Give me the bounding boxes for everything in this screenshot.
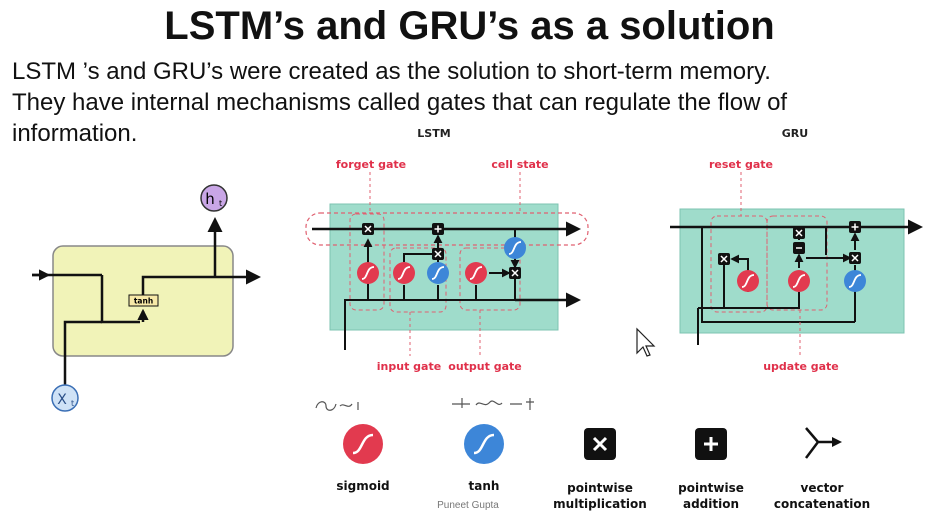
rnn-output-subscript: t xyxy=(219,199,222,208)
legend-multiply-label-2: multiplication xyxy=(553,497,647,511)
legend: sigmoid tanh pointwise multiplication po… xyxy=(336,424,870,511)
legend-sigmoid xyxy=(343,424,383,464)
gru-candidate-multiply xyxy=(849,252,861,264)
rnn-input-label: X xyxy=(57,392,67,408)
lstm-input-multiply xyxy=(432,248,444,260)
lstm-forget-gate-label: forget gate xyxy=(336,158,406,171)
legend-tanh xyxy=(464,424,504,464)
gru-update-gate-label: update gate xyxy=(763,360,839,373)
legend-sigmoid-label: sigmoid xyxy=(336,479,389,493)
legend-add-label-1: pointwise xyxy=(678,481,744,495)
legend-concat-label-1: vector xyxy=(801,481,844,495)
legend-multiply xyxy=(584,428,616,460)
lstm-output-multiply xyxy=(509,267,521,279)
rnn-output-label: h xyxy=(205,190,215,208)
rnn-tanh-label: tanh xyxy=(134,297,153,306)
legend-multiply-label-1: pointwise xyxy=(567,481,633,495)
legend-concat xyxy=(805,427,842,459)
gru-one-minus xyxy=(793,242,805,254)
legend-add xyxy=(695,428,727,460)
author-credit: Puneet Gupta xyxy=(437,500,499,511)
lstm-diagram: LSTM forget gate cell state input gate o… xyxy=(305,127,589,373)
concat-icon xyxy=(805,427,834,459)
legend-add-label-2: addition xyxy=(683,497,739,511)
mouse-cursor-icon xyxy=(636,327,656,357)
lstm-output-gate-label: output gate xyxy=(448,360,521,373)
lstm-cell-add xyxy=(432,223,444,235)
gru-reset-multiply xyxy=(718,253,730,265)
legend-concat-label-2: concatenation xyxy=(774,497,870,511)
lstm-heading: LSTM xyxy=(417,127,450,140)
rnn-cell: tanh h t X t xyxy=(32,184,261,412)
lstm-cell-state-label: cell state xyxy=(491,158,548,171)
rnn-input-subscript: t xyxy=(71,399,74,408)
gru-heading: GRU xyxy=(782,127,808,140)
legend-tanh-label: tanh xyxy=(469,479,500,493)
gru-add xyxy=(849,221,861,233)
handwritten-annotation xyxy=(315,398,534,411)
gru-diagram: GRU reset gate update gate xyxy=(670,127,923,373)
gru-reset-gate-label: reset gate xyxy=(709,158,773,171)
gru-update-multiply xyxy=(793,227,805,239)
lstm-forget-multiply xyxy=(362,223,374,235)
lstm-input-gate-label: input gate xyxy=(377,360,441,373)
diagram-canvas: tanh h t X t LSTM forget gate cell state… xyxy=(32,127,923,511)
